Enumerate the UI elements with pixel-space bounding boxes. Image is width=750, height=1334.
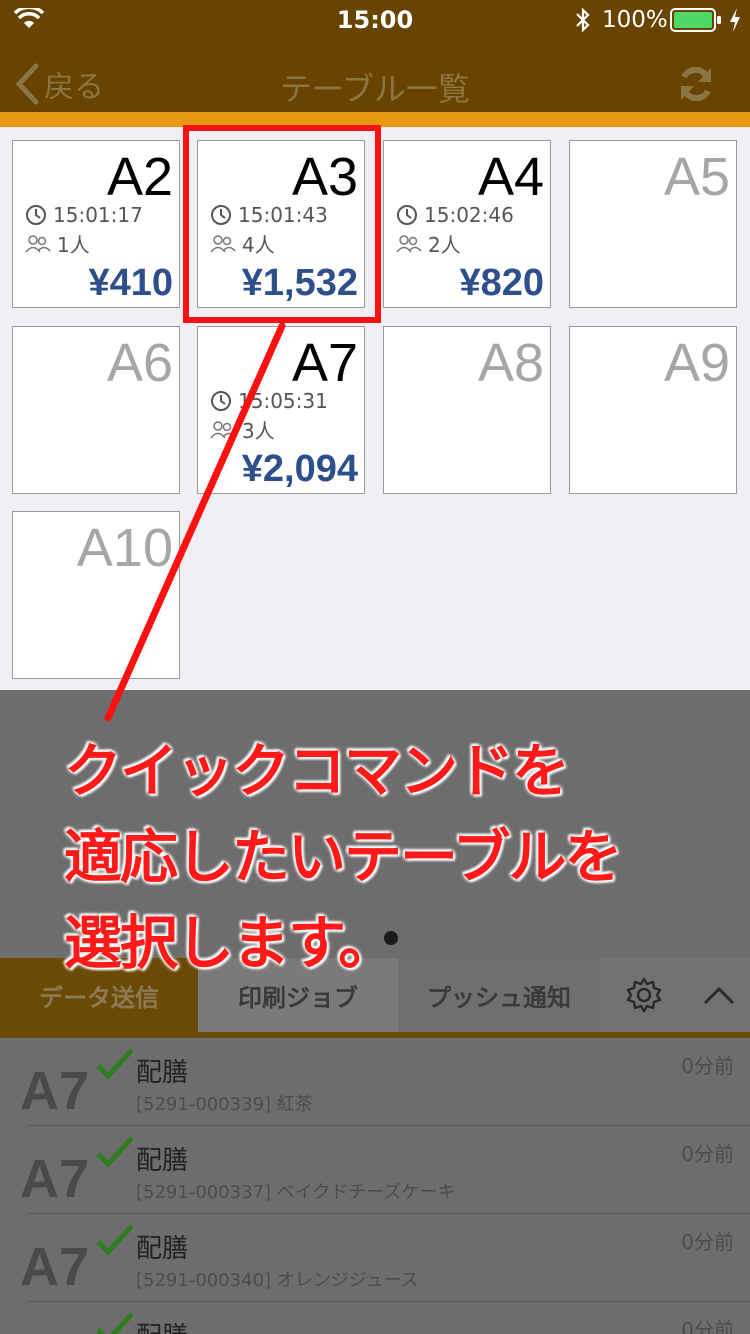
notification-time: 0分前	[681, 1142, 734, 1166]
table-guests: 2人	[396, 229, 461, 258]
checkmark-icon	[96, 1312, 134, 1334]
table-name: A8	[477, 333, 544, 393]
notification-title: 配膳	[136, 1058, 189, 1088]
annotation-line-3: 選択します。	[64, 909, 396, 977]
table-guests: 1人	[25, 229, 90, 258]
notification-table: A7	[20, 1149, 90, 1209]
navigation-header: 15:00 100% 戻る テーブル一覧	[0, 0, 750, 112]
table-name: A2	[106, 147, 173, 207]
refresh-button[interactable]	[676, 64, 716, 108]
battery-icon	[670, 8, 721, 32]
list-item[interactable]: A7 配膳 [5291-000339] 紅茶 0分前	[0, 1038, 750, 1126]
table-time: 15:01:17	[25, 203, 143, 227]
highlight-box	[183, 125, 381, 323]
chevron-up-icon	[703, 986, 735, 1005]
table-price: ¥410	[88, 262, 173, 304]
table-tile-a6[interactable]: A6	[12, 326, 180, 494]
table-guests: 3人	[210, 415, 275, 444]
annotation-line-2: 適応したいテーブルを	[64, 823, 623, 891]
table-guests-value: 1人	[57, 233, 90, 257]
clock-icon	[211, 391, 231, 411]
list-item[interactable]: A7 配膳 [5291-000337] ベイクドチーズケーキ 0分前	[0, 1126, 750, 1214]
table-tile-a2[interactable]: A2 15:01:17 1人 ¥410	[12, 140, 180, 308]
table-time: 15:05:31	[210, 389, 328, 413]
annotation-callout: クイックコマンドを 適応したいテーブルを 選択します。	[64, 728, 744, 986]
table-tile-a4[interactable]: A4 15:02:46 2人 ¥820	[383, 140, 551, 308]
guests-icon	[396, 234, 422, 252]
battery-percentage: 100%	[602, 7, 668, 33]
table-name: A10	[76, 518, 173, 578]
notification-list: A7 配膳 [5291-000339] 紅茶 0分前 A7 配膳 [5291-0…	[0, 1038, 750, 1334]
table-name: A5	[663, 147, 730, 207]
list-item[interactable]: A7 配膳 0分前	[0, 1302, 750, 1334]
notification-detail: [5291-000337] ベイクドチーズケーキ	[136, 1182, 456, 1203]
page-title: テーブル一覧	[279, 70, 471, 108]
table-guests-value: 2人	[428, 233, 461, 257]
notification-title: 配膳	[136, 1234, 189, 1264]
notification-table: A7	[20, 1061, 90, 1121]
notification-title: 配膳	[136, 1146, 189, 1176]
checkmark-icon	[96, 1136, 134, 1168]
notification-table: A7	[20, 1237, 90, 1297]
annotation-line-1: クイックコマンドを	[64, 737, 570, 805]
table-tile-a8[interactable]: A8	[383, 326, 551, 494]
page-indicator-dot	[384, 931, 398, 945]
table-price: ¥820	[459, 262, 544, 304]
guests-icon	[210, 420, 236, 438]
table-time-value: 15:05:31	[238, 389, 328, 413]
list-item[interactable]: A7 配膳 [5291-000340] オレンジジュース 0分前	[0, 1214, 750, 1302]
refresh-icon	[681, 66, 711, 102]
table-tile-a5[interactable]: A5	[569, 140, 737, 308]
notification-detail: [5291-000339] 紅茶	[136, 1094, 313, 1115]
table-tile-a7[interactable]: A7 15:05:31 3人 ¥2,094	[197, 326, 365, 494]
clock-icon	[26, 205, 46, 225]
table-guests-value: 3人	[242, 419, 275, 443]
table-name: A4	[477, 147, 544, 207]
table-price: ¥2,094	[241, 448, 358, 490]
charging-bolt-icon	[730, 8, 740, 32]
notification-detail: [5291-000340] オレンジジュース	[136, 1270, 419, 1291]
guests-icon	[25, 234, 51, 252]
notification-time: 0分前	[681, 1318, 734, 1334]
table-time-value: 15:01:17	[53, 203, 143, 227]
table-time: 15:02:46	[396, 203, 514, 227]
table-tile-a9[interactable]: A9	[569, 326, 737, 494]
checkmark-icon	[96, 1048, 134, 1080]
table-tile-a10[interactable]: A10	[12, 511, 180, 679]
status-bar: 15:00 100%	[0, 0, 750, 40]
table-name: A6	[106, 333, 173, 393]
table-name: A7	[291, 333, 358, 393]
table-time-value: 15:02:46	[424, 203, 514, 227]
bluetooth-icon	[576, 7, 590, 33]
notification-title: 配膳	[136, 1316, 188, 1334]
checkmark-icon	[96, 1224, 134, 1256]
table-name: A9	[663, 333, 730, 393]
notification-time: 0分前	[681, 1054, 734, 1078]
clock-icon	[397, 205, 417, 225]
notification-time: 0分前	[681, 1230, 734, 1254]
notification-table: A7	[20, 1324, 89, 1334]
